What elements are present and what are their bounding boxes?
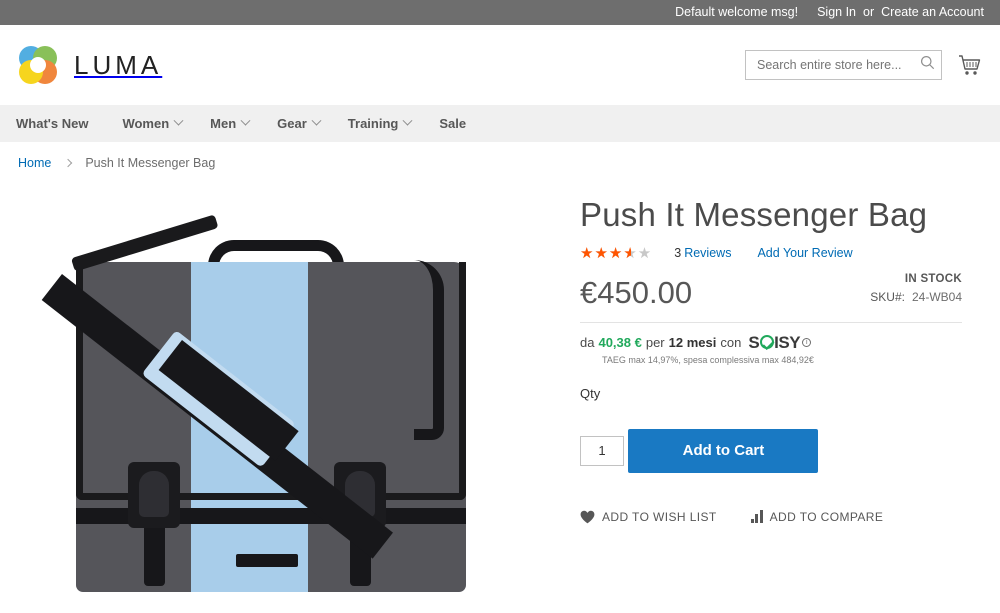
price-row: €450.00 IN STOCK SKU#: 24-WB04 — [580, 273, 962, 323]
nav-item-men[interactable]: Men — [210, 115, 263, 131]
stock-block: IN STOCK SKU#: 24-WB04 — [870, 273, 962, 304]
nav-item-gear[interactable]: Gear — [277, 115, 334, 131]
add-review-link[interactable]: Add Your Review — [757, 246, 852, 260]
search-input[interactable] — [755, 57, 920, 73]
soisy-logo: S ISY i — [748, 332, 812, 352]
create-account-link[interactable]: Create an Account — [881, 6, 984, 19]
top-panel: Default welcome msg! Sign In or Create a… — [0, 0, 1000, 25]
chevron-down-icon — [173, 115, 184, 126]
add-to-compare-link[interactable]: ADD TO COMPARE — [750, 509, 884, 524]
messenger-bag-illustration — [41, 214, 486, 613]
soisy-installment-line: da 40,38 € per 12 mesi con S ISY i — [580, 334, 962, 351]
sku: SKU#: 24-WB04 — [870, 290, 962, 304]
info-icon[interactable]: i — [802, 337, 812, 347]
soisy-per: per — [645, 334, 665, 350]
soisy-logo-part2: ISY — [774, 332, 801, 352]
nav-label: What's New — [16, 116, 89, 131]
chevron-down-icon — [311, 115, 322, 126]
compare-bars-icon — [750, 510, 763, 524]
chevron-down-icon — [402, 115, 413, 126]
product-price: €450.00 — [580, 274, 693, 310]
bag-strap-tail-left — [144, 522, 165, 586]
soisy-logo-part1: S — [748, 332, 760, 352]
sku-label: SKU#: — [870, 289, 905, 304]
main-navigation: What's New Women Men Gear Training Sale — [0, 105, 1000, 142]
brand-name: LUMA — [74, 49, 163, 80]
search-box[interactable] — [745, 50, 942, 80]
sku-value: 24-WB04 — [911, 289, 962, 304]
reviews-link[interactable]: 3 Reviews — [674, 246, 731, 260]
quantity-stepper[interactable] — [580, 435, 624, 466]
page-title: Push It Messenger Bag — [580, 196, 928, 233]
breadcrumb-home[interactable]: Home — [18, 156, 51, 170]
star-rating-filled: ★★★★★ — [580, 245, 631, 261]
soisy-with: con — [720, 334, 742, 350]
status-badge: IN STOCK — [904, 272, 962, 285]
sign-in-link[interactable]: Sign In — [817, 6, 856, 19]
shopping-cart-icon[interactable] — [956, 52, 982, 78]
chevron-down-icon — [240, 115, 251, 126]
nav-label: Men — [210, 116, 237, 131]
product-image[interactable] — [18, 192, 538, 613]
luma-logo-icon — [16, 43, 60, 87]
soisy-financing-widget[interactable]: da 40,38 € per 12 mesi con S ISY i TAEG … — [580, 323, 962, 371]
soisy-fine-print: TAEG max 14,97%, spesa complessiva max 4… — [602, 354, 814, 365]
nav-label: Training — [347, 116, 399, 131]
bag-buckle-left — [128, 462, 180, 528]
breadcrumb: Home Push It Messenger Bag — [0, 142, 1000, 182]
or-separator: or — [863, 5, 875, 20]
add-to-cart-button[interactable]: Add to Cart — [628, 428, 819, 473]
soisy-months: 12 mesi — [668, 334, 717, 350]
product-info: Push It Messenger Bag ★★★★★ ★★★★★ 3Revie… — [580, 182, 980, 613]
chevron-right-icon — [64, 158, 73, 168]
product-gallery — [0, 182, 580, 613]
secondary-actions: ADD TO WISH LIST ADD TO COMPARE — [580, 510, 962, 524]
nav-label: Sale — [439, 116, 467, 131]
compare-label: ADD TO COMPARE — [769, 509, 884, 524]
soisy-amount: 40,38 € — [598, 334, 642, 350]
reviews-count: 3 — [674, 246, 682, 261]
nav-item-sale[interactable]: Sale — [439, 116, 480, 131]
nav-label: Women — [122, 116, 170, 131]
soisy-prefix: da — [580, 334, 595, 350]
product-page-main: Push It Messenger Bag ★★★★★ ★★★★★ 3Revie… — [0, 182, 1000, 613]
soisy-check-circle-icon — [759, 335, 774, 350]
nav-item-whats-new[interactable]: What's New — [16, 116, 102, 131]
bag-strap-right — [414, 260, 444, 440]
bag-logo-tag — [236, 554, 298, 567]
breadcrumb-current: Push It Messenger Bag — [85, 156, 216, 170]
nav-label: Gear — [277, 116, 307, 131]
qty-label: Qty — [580, 385, 601, 401]
wishlist-label: ADD TO WISH LIST — [602, 509, 717, 524]
reviews-summary: ★★★★★ ★★★★★ 3Reviews Add Your Review — [580, 246, 962, 261]
star-rating[interactable]: ★★★★★ ★★★★★ — [580, 246, 652, 261]
add-to-wishlist-link[interactable]: ADD TO WISH LIST — [580, 510, 717, 524]
welcome-message: Default welcome msg! — [675, 5, 799, 20]
reviews-label: Reviews — [684, 246, 732, 261]
search-icon[interactable] — [920, 55, 935, 75]
heart-icon — [580, 510, 595, 524]
nav-item-training[interactable]: Training — [347, 115, 426, 131]
site-header: LUMA — [0, 25, 1000, 105]
header-actions — [745, 50, 982, 80]
nav-item-women[interactable]: Women — [122, 115, 196, 131]
logo-link[interactable]: LUMA — [16, 43, 162, 87]
